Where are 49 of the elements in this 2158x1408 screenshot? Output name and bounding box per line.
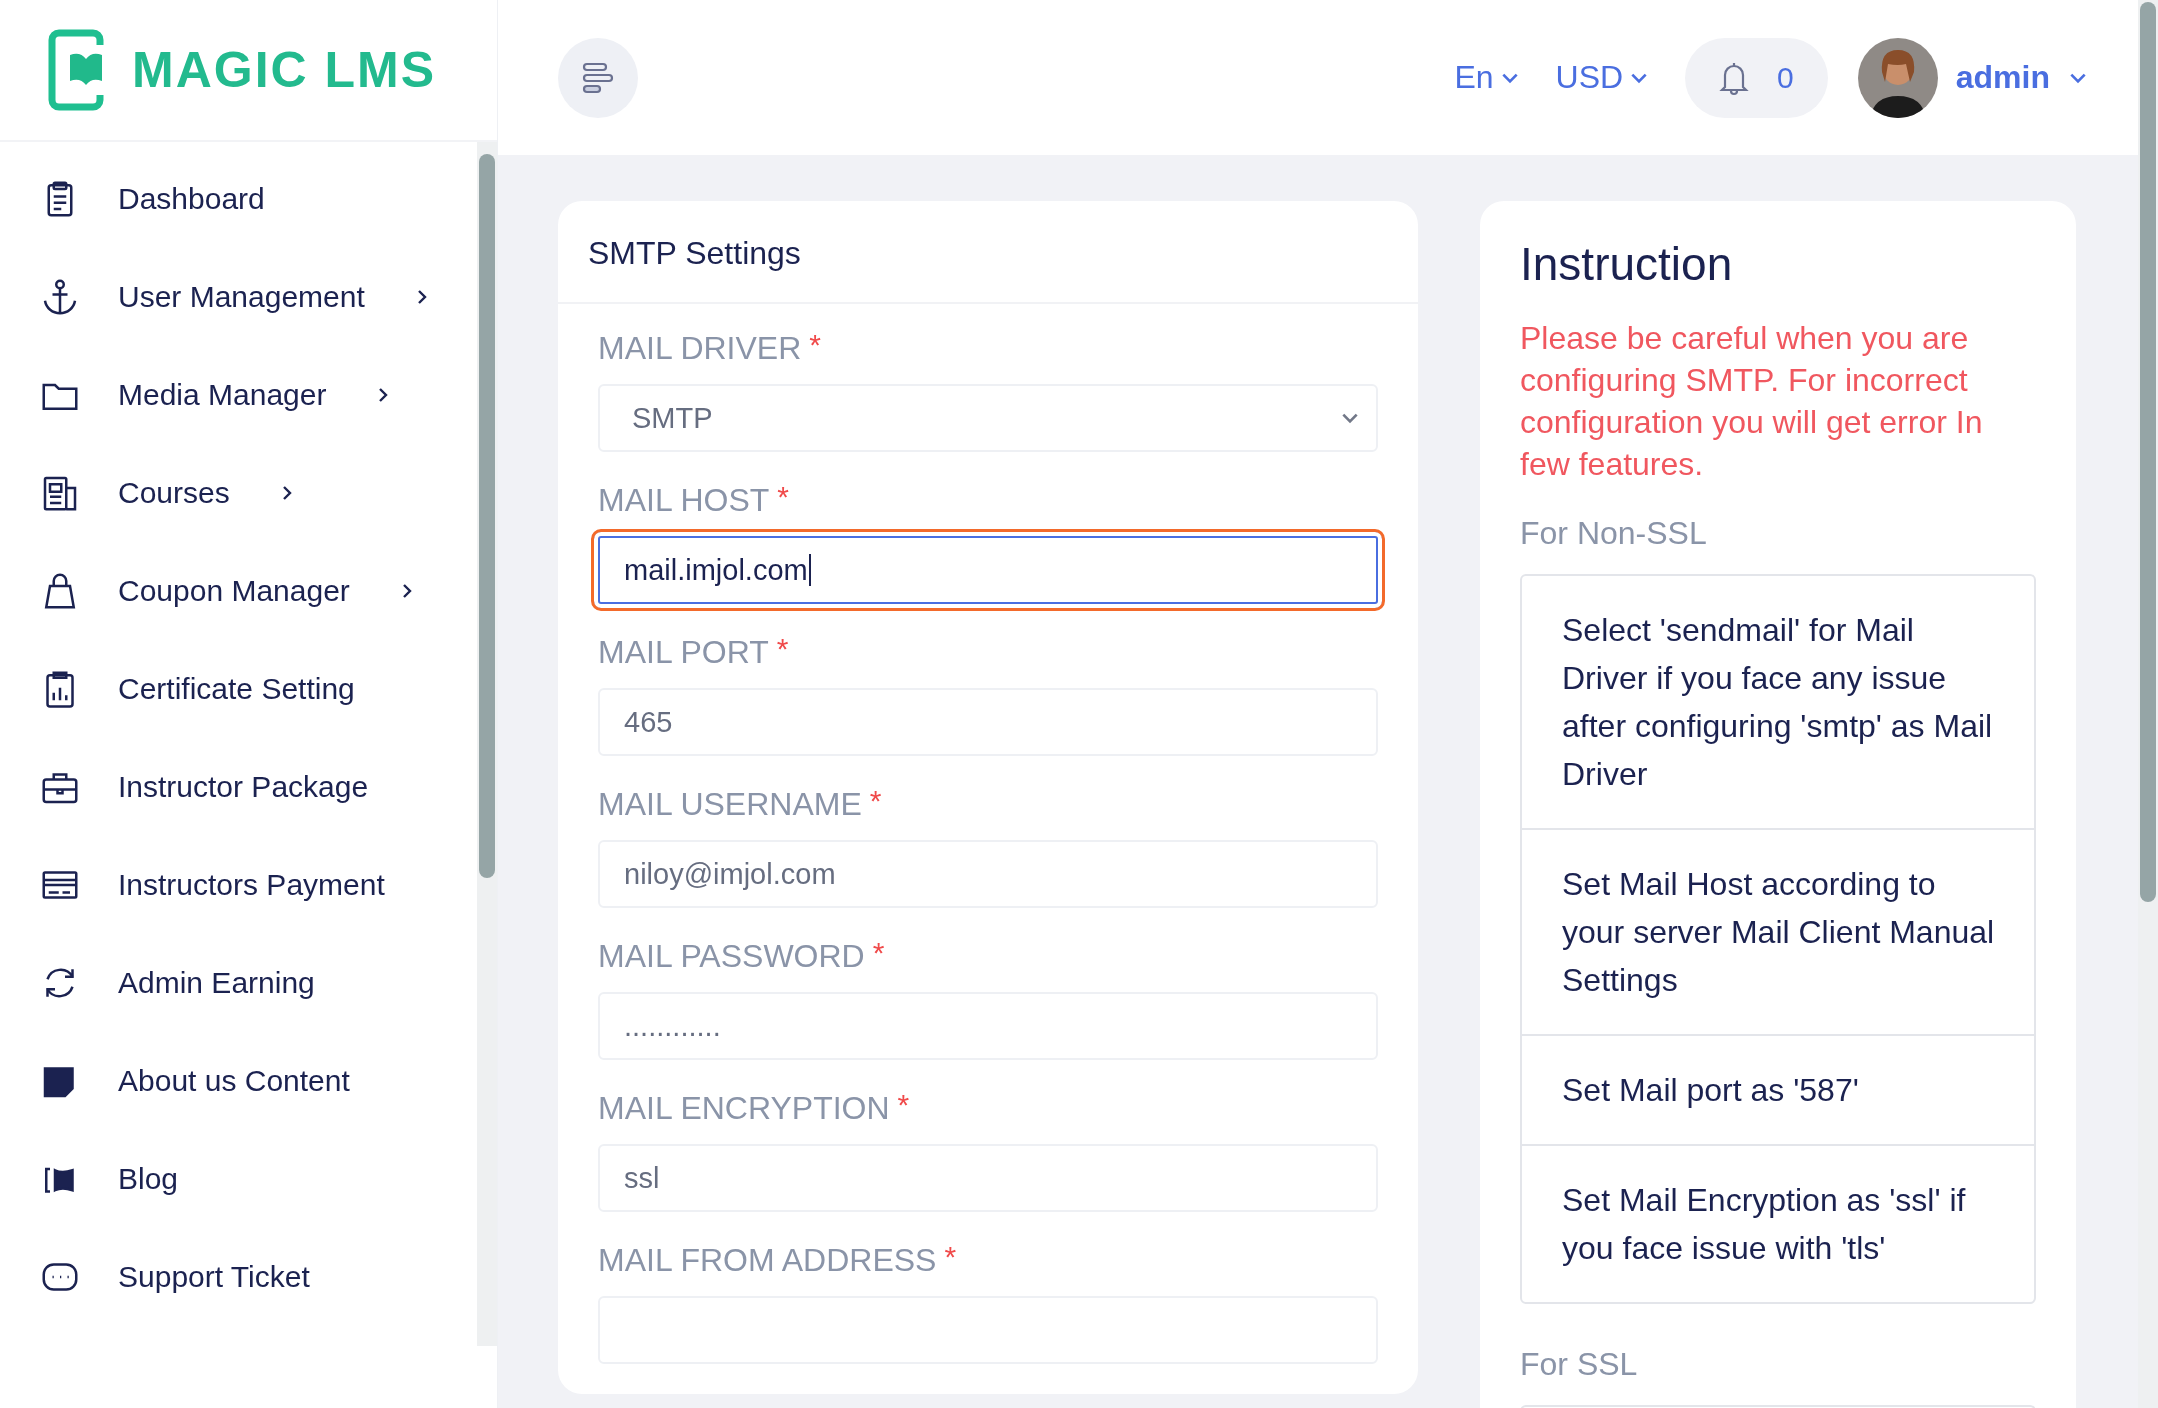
required-mark: *	[776, 634, 789, 664]
sidebar-item[interactable]: Certificate Setting	[40, 640, 477, 738]
currency-dropdown[interactable]: USD	[1555, 59, 1650, 96]
input-field[interactable]: niloy@imjol.com	[598, 840, 1378, 908]
required-mark: *	[809, 330, 821, 360]
instruction-item: Set Mail Host according to your server Mail Client Manual Settings	[1522, 828, 2034, 1034]
user-menu[interactable]: admin	[1955, 59, 2088, 96]
field-label: MAIL DRIVER	[598, 330, 802, 366]
menu-icon	[580, 60, 616, 95]
required-mark: *	[869, 786, 882, 816]
instruction-item: Set Mail Encryption as 'ssl' if you face issue with 'tls'	[1522, 1144, 2034, 1302]
required-mark: *	[872, 938, 885, 968]
brand-name: MAGIC LMS	[132, 41, 437, 99]
sidebar-item[interactable]: Courses	[40, 444, 477, 542]
sidebar-item[interactable]: Blog	[40, 1130, 477, 1228]
instruction-item: Set Mail port as '587'	[1522, 1034, 2034, 1144]
field-label: MAIL PORT	[598, 634, 769, 670]
input-field[interactable]: ............	[598, 992, 1378, 1060]
field-label: MAIL FROM ADDRESS	[598, 1242, 937, 1278]
language-dropdown[interactable]: En	[1454, 59, 1520, 96]
instruction-item: Select 'sendmail' for Mail Driver if you face any issue after configuring 'smtp' as Mail Driver	[1561, 611, 1994, 794]
notification-button[interactable]: 0	[1685, 37, 1828, 118]
required-mark: *	[897, 1090, 910, 1120]
sidebar-item[interactable]: Support Ticket	[40, 1228, 477, 1326]
field-label: MAIL USERNAME	[598, 786, 862, 822]
required-mark: *	[944, 1242, 957, 1272]
field-label: MAIL HOST	[598, 482, 770, 518]
scrollbar[interactable]	[477, 142, 497, 1346]
card-title: Instruction	[1520, 237, 1734, 291]
sidebar-item[interactable]: Media Manager	[40, 346, 477, 444]
sidebar-item[interactable]: Instructors Payment	[40, 836, 477, 934]
section-heading: For SSL	[1520, 1346, 1639, 1383]
sidebar-item[interactable]: User Management	[40, 248, 477, 346]
field-label: MAIL PASSWORD	[598, 938, 865, 974]
card-title: SMTP Settings	[558, 201, 1418, 304]
input-field[interactable]: ssl	[598, 1144, 1378, 1212]
sidebar-item[interactable]: Admin Earning	[40, 934, 477, 1032]
input-field[interactable]: 465	[598, 688, 1378, 756]
sidebar-item[interactable]: Dashboard	[40, 150, 477, 248]
sidebar-item[interactable]: Coupon Manager	[40, 542, 477, 640]
sidebar-item[interactable]: About us Content	[40, 1032, 477, 1130]
required-mark: *	[777, 482, 789, 512]
section-heading: For Non-SSL	[1520, 515, 1708, 552]
scrollbar[interactable]	[2140, 2, 2156, 902]
warning-text: Please be careful when you are configuring SMTP. For incorrect configuration you will get error In few features.	[1520, 319, 1984, 484]
field-label: MAIL ENCRYPTION	[598, 1090, 890, 1126]
input-field[interactable]: mail.imjol.com	[591, 529, 1385, 611]
sidebar-item[interactable]: Instructor Package	[40, 738, 477, 836]
dropdown-field[interactable]: SMTP	[598, 384, 1378, 452]
